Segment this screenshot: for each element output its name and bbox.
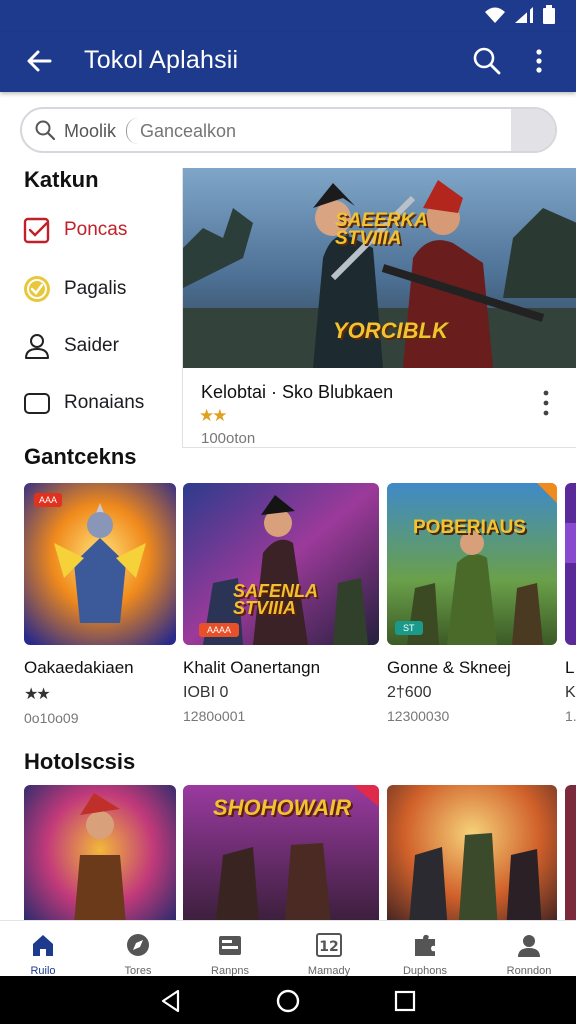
- category-item-pagalis[interactable]: Pagalis: [22, 269, 172, 309]
- game-art-text: POBERIAUS: [413, 517, 526, 538]
- nav-item-ronndon[interactable]: Ronndon: [481, 921, 576, 977]
- compass-icon: [127, 934, 149, 956]
- game-card[interactable]: SAFENLA STVIIIA AAAA Khalit Oanertangn I…: [183, 483, 379, 724]
- back-arrow-icon[interactable]: [22, 44, 56, 78]
- category-label: Poncas: [64, 219, 128, 240]
- game-thumbnail: [565, 785, 576, 920]
- nav-item-duphons[interactable]: Duphons: [377, 921, 473, 977]
- bottom-navigation: Ruilo Tores Ranpns 12 Mamady Duphons Ron…: [0, 920, 576, 977]
- svg-text:12: 12: [319, 939, 338, 955]
- featured-game-card[interactable]: SAEERKA STVIIIA YORCIBLK Kelobtai · Sko …: [182, 168, 576, 448]
- number-icon: 12: [316, 933, 342, 957]
- game-art-text: SHOHOWAIR: [213, 795, 352, 820]
- game-title: Oakaedakiaen: [24, 658, 134, 677]
- category-label: Pagalis: [64, 278, 127, 299]
- game-thumbnail: [24, 483, 176, 645]
- game-badge: ST: [395, 621, 423, 635]
- section-title-hotolscsis: Hotolscsis: [24, 749, 136, 774]
- recents-square-icon[interactable]: [392, 988, 418, 1014]
- search-icon[interactable]: [470, 44, 504, 78]
- nav-item-tores[interactable]: Tores: [90, 921, 186, 977]
- puzzle-icon: [415, 934, 435, 956]
- search-bar[interactable]: Moolik: [20, 107, 557, 153]
- game-badge: AAA: [34, 493, 63, 507]
- game-title: Khalit Oanertangn: [183, 658, 321, 677]
- search-icon: [35, 120, 56, 141]
- featured-meta: 100oton: [201, 430, 256, 447]
- game-card-partial[interactable]: [565, 785, 576, 920]
- game-card[interactable]: SHOHOWAIR: [183, 785, 379, 920]
- game-card[interactable]: POBERIAUS ST Gonne & Skneej 2†600 123000…: [387, 483, 557, 724]
- game-rating: ★★: [24, 686, 51, 703]
- game-title: Gonne & Skneej: [387, 658, 511, 677]
- rounded-square-icon: [24, 393, 50, 414]
- signal-icon: [515, 7, 533, 23]
- search-label: Moolik: [64, 121, 117, 141]
- game-card-partial[interactable]: L K 1.: [565, 483, 576, 724]
- game-card[interactable]: AAA Oakaedakiaen ★★ 0o10o09: [24, 483, 176, 726]
- section-title-gantcekns: Gantcekns: [24, 444, 137, 469]
- home-circle-icon[interactable]: [275, 988, 301, 1014]
- game-meta: 1.: [565, 708, 576, 724]
- game-meta: 12300030: [387, 708, 450, 724]
- status-bar: [0, 0, 576, 32]
- calendar-check-icon: [23, 217, 50, 244]
- game-badge: AAAA: [199, 623, 240, 637]
- featured-art-text-top: SAEERKA STVIIIA: [335, 210, 428, 249]
- category-label: Ronaians: [64, 392, 145, 413]
- wifi-icon: [485, 7, 505, 23]
- category-label: Saider: [64, 335, 119, 356]
- app-title: Tokol Aplahsii: [84, 46, 239, 74]
- search-submit-button[interactable]: [511, 109, 555, 151]
- featured-title: Kelobtai · Sko Blubkaen: [201, 382, 394, 402]
- app-bar: Tokol Aplahsii: [0, 32, 576, 92]
- category-item-saider[interactable]: Saider: [22, 326, 172, 366]
- back-triangle-icon[interactable]: [158, 988, 184, 1014]
- check-circle-icon: [24, 276, 50, 302]
- featured-art-text-bottom: YORCIBLK: [333, 318, 448, 343]
- battery-icon: [543, 5, 555, 24]
- nav-item-ranpns[interactable]: Ranpns: [182, 921, 278, 977]
- game-thumbnail: [183, 483, 379, 645]
- game-thumbnail: [565, 483, 576, 645]
- category-item-poncas[interactable]: Poncas: [22, 210, 172, 250]
- game-subtitle: K: [565, 684, 576, 701]
- game-card[interactable]: [24, 785, 176, 920]
- more-vert-icon[interactable]: [522, 44, 556, 78]
- game-art-text: SAFENLA STVIIIA: [233, 581, 318, 618]
- featured-rating: ★★: [199, 406, 228, 425]
- nav-item-ruilo[interactable]: Ruilo: [0, 921, 91, 977]
- account-icon: [518, 935, 540, 957]
- nav-item-mamady[interactable]: 12 Mamady: [281, 921, 377, 977]
- game-thumbnail: [24, 785, 176, 920]
- game-title: L: [565, 658, 575, 677]
- section2-row: SHOHOWAIR: [0, 785, 576, 920]
- game-subtitle: IOBI 0: [183, 684, 229, 701]
- home-icon: [33, 935, 53, 956]
- card-icon: [219, 936, 241, 955]
- game-card[interactable]: [387, 785, 557, 920]
- system-navigation-bar: [0, 976, 576, 1024]
- game-meta: 1280o001: [183, 708, 246, 724]
- game-thumbnail: [387, 785, 557, 920]
- category-item-ronaians[interactable]: Ronaians: [22, 383, 172, 423]
- search-input[interactable]: [140, 117, 520, 145]
- status-icons: [484, 5, 556, 25]
- more-vert-icon[interactable]: [536, 388, 556, 418]
- game-meta: 0o10o09: [24, 710, 79, 726]
- categories-title: Katkun: [24, 167, 99, 192]
- person-icon: [25, 334, 49, 359]
- game-subtitle: 2†600: [387, 684, 432, 701]
